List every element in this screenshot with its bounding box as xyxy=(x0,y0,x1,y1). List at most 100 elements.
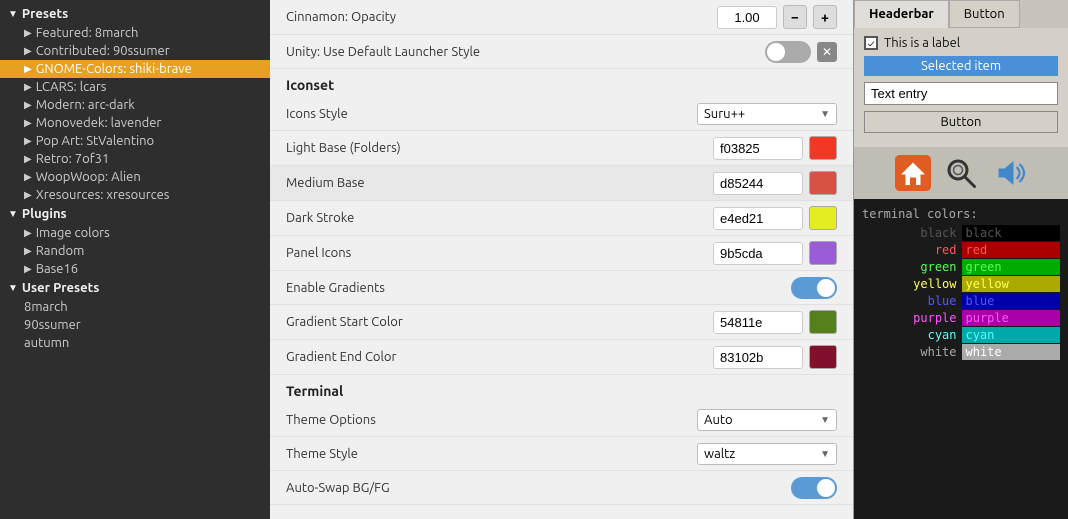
arrow-icon: ▶ xyxy=(24,245,32,257)
cinnamon-opacity-value: − + xyxy=(717,5,837,29)
theme-style-label: Theme Style xyxy=(286,447,697,461)
light-base-swatch[interactable] xyxy=(809,136,837,160)
icons-style-dropdown[interactable]: Suru++ ▼ xyxy=(697,103,837,125)
sidebar-item-featured-8march[interactable]: ▶ Featured: 8march xyxy=(0,24,270,42)
theme-options-label: Theme Options xyxy=(286,413,697,427)
unity-launcher-label: Unity: Use Default Launcher Style xyxy=(286,45,765,59)
sidebar: ▼ Presets ▶ Featured: 8march ▶ Contribut… xyxy=(0,0,270,519)
auto-swap-value xyxy=(791,477,837,499)
sidebar-section-presets[interactable]: ▼ Presets xyxy=(0,4,270,24)
terminal-colors-grid: black black red red green green yellow y… xyxy=(862,225,1060,360)
preview-button[interactable]: Button xyxy=(864,111,1058,133)
term-blue-right: blue xyxy=(962,293,1061,309)
auto-swap-toggle[interactable] xyxy=(791,477,837,499)
sidebar-section-plugins[interactable]: ▼ Plugins xyxy=(0,204,270,224)
arrow-icon: ▶ xyxy=(24,63,32,75)
preview-checkbox[interactable]: ✓ xyxy=(864,36,878,50)
plus-button[interactable]: + xyxy=(813,5,837,29)
arrow-icon: ▶ xyxy=(24,153,32,165)
panel-icons-row: Panel Icons xyxy=(270,236,853,271)
iconset-title: Iconset xyxy=(270,69,853,97)
search-icon xyxy=(941,153,981,193)
sidebar-item-base16[interactable]: ▶ Base16 xyxy=(0,260,270,278)
gradient-end-hex-input[interactable] xyxy=(713,346,803,369)
preview-selected-item: Selected item xyxy=(864,56,1058,76)
dark-stroke-hex-input[interactable] xyxy=(713,207,803,230)
term-green-left: green xyxy=(862,259,961,275)
term-purple-right: purple xyxy=(962,310,1061,326)
theme-options-value: Auto ▼ xyxy=(697,409,837,431)
panel-icons-swatch[interactable] xyxy=(809,241,837,265)
theme-style-dropdown[interactable]: waltz ▼ xyxy=(697,443,837,465)
gradient-start-value xyxy=(713,310,837,334)
arrow-icon: ▶ xyxy=(24,227,32,239)
tab-headerbar[interactable]: Headerbar xyxy=(854,0,949,28)
arrow-icon: ▶ xyxy=(24,117,32,129)
term-white-right: white xyxy=(962,344,1061,360)
sidebar-item-modern-arc-dark[interactable]: ▶ Modern: arc-dark xyxy=(0,96,270,114)
gradient-start-swatch[interactable] xyxy=(809,310,837,334)
sidebar-item-user-8march[interactable]: 8march xyxy=(0,298,270,316)
preview-tabs: Headerbar Button xyxy=(854,0,1068,28)
sidebar-item-contributed-90ssumer[interactable]: ▶ Contributed: 90ssumer xyxy=(0,42,270,60)
icons-style-value: Suru++ ▼ xyxy=(697,103,837,125)
arrow-icon: ▶ xyxy=(24,263,32,275)
panel-icons-value xyxy=(713,241,837,265)
cinnamon-opacity-input[interactable] xyxy=(717,6,777,29)
chevron-down-icon: ▼ xyxy=(820,108,830,120)
sidebar-item-image-colors[interactable]: ▶ Image colors xyxy=(0,224,270,242)
icons-style-label: Icons Style xyxy=(286,107,697,121)
sidebar-item-woopwoop-alien[interactable]: ▶ WoopWoop: Alien xyxy=(0,168,270,186)
light-base-row: Light Base (Folders) xyxy=(270,131,853,166)
gradient-start-label: Gradient Start Color xyxy=(286,315,713,329)
arrow-icon: ▼ xyxy=(8,282,18,294)
sidebar-item-lcars-lcars[interactable]: ▶ LCARS: lcars xyxy=(0,78,270,96)
medium-base-hex-input[interactable] xyxy=(713,172,803,195)
cinnamon-opacity-row: Cinnamon: Opacity − + xyxy=(270,0,853,35)
theme-options-dropdown[interactable]: Auto ▼ xyxy=(697,409,837,431)
minus-button[interactable]: − xyxy=(783,5,807,29)
unity-toggle[interactable] xyxy=(765,41,811,63)
dark-stroke-label: Dark Stroke xyxy=(286,211,713,225)
sidebar-item-retro-7of31[interactable]: ▶ Retro: 7of31 xyxy=(0,150,270,168)
dark-stroke-value xyxy=(713,206,837,230)
enable-gradients-toggle[interactable] xyxy=(791,277,837,299)
volume-icon xyxy=(989,153,1029,193)
term-yellow-left: yellow xyxy=(862,276,961,292)
dark-stroke-swatch[interactable] xyxy=(809,206,837,230)
term-blue-left: blue xyxy=(862,293,961,309)
terminal-title: Terminal xyxy=(270,375,853,403)
preview-text-entry[interactable] xyxy=(864,82,1058,105)
toggle-thumb xyxy=(817,279,835,297)
sidebar-item-user-autumn[interactable]: autumn xyxy=(0,334,270,352)
sidebar-section-user-presets[interactable]: ▼ User Presets xyxy=(0,278,270,298)
gradient-start-hex-input[interactable] xyxy=(713,311,803,334)
enable-gradients-value xyxy=(791,277,837,299)
term-cyan-left: cyan xyxy=(862,327,961,343)
sidebar-item-xresources[interactable]: ▶ Xresources: xresources xyxy=(0,186,270,204)
light-base-hex-input[interactable] xyxy=(713,137,803,160)
unity-launcher-value: ✕ xyxy=(765,41,837,63)
sidebar-item-user-90ssumer[interactable]: 90ssumer xyxy=(0,316,270,334)
sidebar-item-random[interactable]: ▶ Random xyxy=(0,242,270,260)
light-base-label: Light Base (Folders) xyxy=(286,141,713,155)
arrow-icon: ▶ xyxy=(24,27,32,39)
panel-icons-label: Panel Icons xyxy=(286,246,713,260)
x-button[interactable]: ✕ xyxy=(817,42,837,62)
preview-icons-row xyxy=(854,147,1068,199)
sidebar-item-monovedek-lavender[interactable]: ▶ Monovedek: lavender xyxy=(0,114,270,132)
gradient-end-swatch[interactable] xyxy=(809,345,837,369)
tab-button[interactable]: Button xyxy=(949,0,1020,28)
unity-launcher-row: Unity: Use Default Launcher Style ✕ xyxy=(270,35,853,69)
theme-options-row: Theme Options Auto ▼ xyxy=(270,403,853,437)
sidebar-item-gnome-colors-shiki-brave[interactable]: ▶ GNOME-Colors: shiki-brave xyxy=(0,60,270,78)
term-green-right: green xyxy=(962,259,1061,275)
arrow-icon: ▶ xyxy=(24,135,32,147)
terminal-colors-block: terminal colors: black black red red gre… xyxy=(854,199,1068,519)
sidebar-item-popart-stvalentino[interactable]: ▶ Pop Art: StValentino xyxy=(0,132,270,150)
enable-gradients-label: Enable Gradients xyxy=(286,281,791,295)
medium-base-value xyxy=(713,171,837,195)
arrow-icon: ▶ xyxy=(24,99,32,111)
medium-base-swatch[interactable] xyxy=(809,171,837,195)
panel-icons-hex-input[interactable] xyxy=(713,242,803,265)
